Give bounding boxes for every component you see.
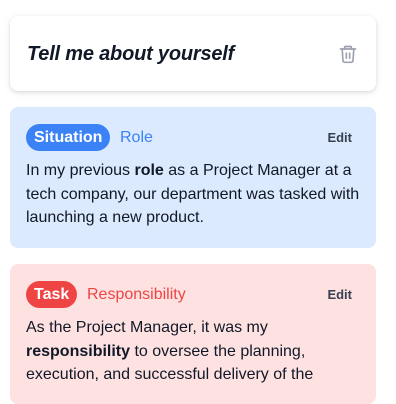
- situation-body-keyword: role: [134, 162, 164, 179]
- task-card: Task Responsibility Edit As the Project …: [10, 264, 376, 404]
- question-card: Tell me about yourself: [10, 16, 376, 91]
- task-card-header: Task Responsibility Edit: [26, 281, 360, 309]
- situation-subtitle: Role: [120, 129, 153, 146]
- task-body-keyword: responsibility: [26, 342, 131, 360]
- situation-edit-button[interactable]: Edit: [327, 124, 352, 151]
- situation-card: Situation Role Edit In my previous role …: [10, 107, 376, 248]
- situation-badge: Situation: [26, 124, 111, 151]
- task-edit-button[interactable]: Edit: [327, 281, 352, 308]
- trash-icon[interactable]: [338, 44, 358, 64]
- task-subtitle: Responsibility: [87, 286, 186, 303]
- question-title: Tell me about yourself: [27, 43, 235, 65]
- situation-body: In my previous role as a Project Manager…: [26, 159, 362, 230]
- situation-card-header: Situation Role Edit: [26, 124, 360, 152]
- task-badge: Task: [26, 281, 78, 308]
- task-body: As the Project Manager, it was my respon…: [26, 316, 362, 387]
- situation-body-text: In my previous: [26, 162, 135, 179]
- task-body-text: As the Project Manager, it was my: [26, 319, 268, 336]
